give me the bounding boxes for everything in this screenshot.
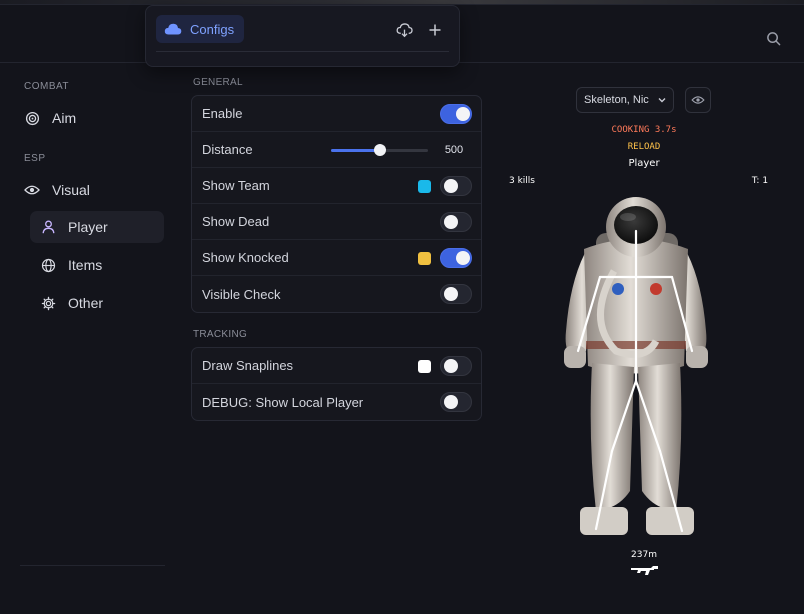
sidebar: COMBAT Aim ESP Visual Player Items Other: [0, 63, 175, 614]
setting-label: Show Dead: [202, 214, 270, 229]
sidebar-item-other[interactable]: Other: [30, 287, 164, 319]
esp-reload-text: RELOAD: [627, 142, 661, 152]
setting-row-draw-snaplines: Draw Snaplines: [192, 348, 481, 384]
show-team-toggle[interactable]: [440, 176, 472, 196]
sidebar-item-label: Player: [68, 219, 108, 235]
setting-label: Distance: [202, 142, 253, 157]
snapline-color-swatch[interactable]: [418, 360, 431, 373]
main-window: COMBAT Aim ESP Visual Player Items Other…: [0, 4, 804, 614]
configs-popup: Configs: [145, 5, 460, 67]
preview-visibility-button[interactable]: [685, 87, 711, 113]
globe-icon: [40, 257, 56, 273]
search-button[interactable]: [760, 25, 786, 51]
sidebar-item-label: Items: [68, 257, 103, 273]
user-icon: [40, 219, 56, 235]
plus-icon: [429, 24, 441, 36]
setting-row-debug-local-player: DEBUG: Show Local Player: [192, 384, 481, 420]
group-label-tracking: TRACKING: [193, 329, 248, 340]
setting-label: Enable: [202, 106, 243, 121]
gear-icon: [40, 295, 56, 311]
sidebar-item-aim[interactable]: Aim: [24, 105, 76, 131]
setting-label: Show Team: [202, 178, 270, 193]
section-label-combat: COMBAT: [24, 81, 70, 92]
show-knocked-toggle[interactable]: [440, 248, 472, 268]
sidebar-item-player[interactable]: Player: [30, 211, 164, 243]
chevron-down-icon: [658, 98, 666, 103]
setting-row-visible-check: Visible Check: [192, 276, 481, 312]
group-label-general: GENERAL: [193, 77, 243, 88]
visible-check-toggle[interactable]: [440, 284, 472, 304]
setting-label: Draw Snaplines: [202, 358, 294, 373]
cloud-download-button[interactable]: [394, 20, 414, 40]
sidebar-item-items[interactable]: Items: [30, 249, 164, 281]
configs-divider: [156, 51, 449, 52]
setting-label: Visible Check: [202, 286, 281, 302]
debug-local-player-toggle[interactable]: [440, 392, 472, 412]
esp-kills-text: 3 kills: [509, 176, 535, 186]
setting-row-enable: Enable: [192, 96, 481, 132]
enable-toggle[interactable]: [440, 104, 472, 124]
distance-slider[interactable]: [331, 144, 428, 156]
esp-cooking-text: COOKING 3.7s: [611, 125, 677, 135]
skeleton-select[interactable]: Skeleton, Nic: [576, 87, 674, 113]
search-icon: [766, 31, 780, 45]
eye-icon: [691, 96, 705, 104]
configs-tab-label: Configs: [190, 21, 235, 37]
esp-player-name: Player: [628, 158, 660, 169]
sidebar-divider: [20, 565, 165, 566]
team-color-swatch[interactable]: [418, 180, 431, 193]
setting-label: DEBUG: Show Local Player: [202, 394, 364, 410]
setting-row-distance: Distance 500: [192, 132, 481, 168]
setting-row-show-dead: Show Dead: [192, 204, 481, 240]
cloud-download-icon: [396, 22, 413, 37]
add-config-button[interactable]: [425, 20, 445, 40]
knocked-color-swatch[interactable]: [418, 252, 431, 265]
section-label-esp: ESP: [24, 153, 46, 164]
show-dead-toggle[interactable]: [440, 212, 472, 232]
draw-snaplines-toggle[interactable]: [440, 356, 472, 376]
configs-tab[interactable]: Configs: [156, 15, 245, 43]
sidebar-item-label: Other: [68, 295, 104, 311]
setting-label: Show Knocked: [202, 250, 289, 265]
cloud-icon: [164, 23, 182, 35]
tracking-panel: Draw Snaplines DEBUG: Show Local Player: [191, 347, 482, 421]
player-model: [564, 197, 708, 535]
esp-distance-text: 237m: [631, 550, 657, 560]
rifle-icon: [631, 566, 658, 575]
slider-thumb[interactable]: [373, 144, 386, 156]
sidebar-item-label: Aim: [52, 110, 77, 126]
target-icon: [24, 110, 40, 126]
sidebar-item-label: Visual: [52, 182, 90, 198]
setting-row-show-knocked: Show Knocked: [192, 240, 481, 276]
select-value: Skeleton, Nic: [584, 94, 649, 106]
distance-value[interactable]: 500: [436, 140, 472, 160]
esp-team-text: T: 1: [751, 176, 769, 186]
eye-icon: [24, 182, 40, 198]
setting-row-show-team: Show Team: [192, 168, 481, 204]
general-panel: Enable Distance 500 Show Team Show Dead …: [191, 95, 482, 313]
sidebar-item-visual[interactable]: Visual: [24, 177, 90, 203]
